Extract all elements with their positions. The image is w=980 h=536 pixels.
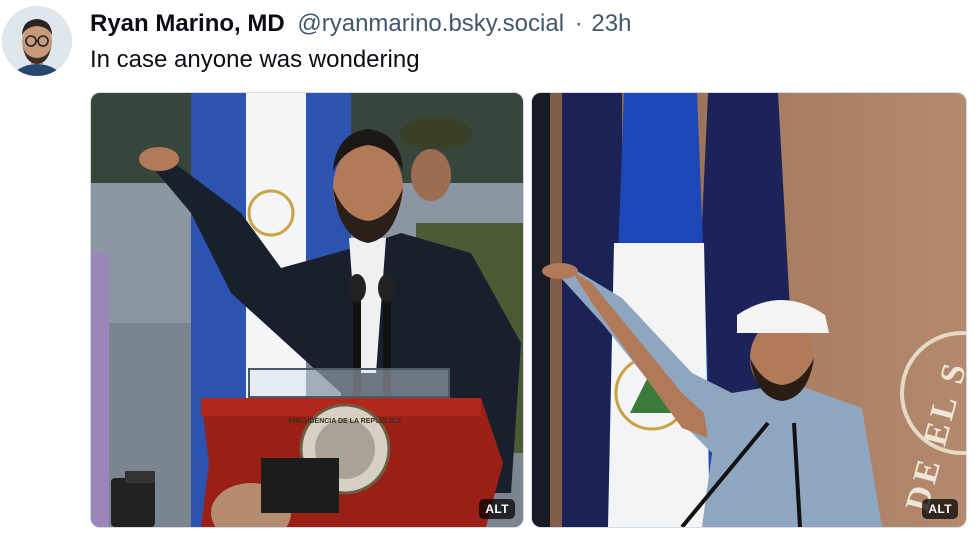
post-text: In case anyone was wondering <box>90 46 420 73</box>
alt-badge[interactable]: ALT <box>479 499 515 519</box>
post-header: Ryan Marino, MD @ryanmarino.bsky.social … <box>90 10 631 38</box>
author-display-name[interactable]: Ryan Marino, MD <box>90 10 285 37</box>
alt-badge[interactable]: ALT <box>922 499 958 519</box>
podium-seal-text: PRESIDENCIA DE LA REPÚBLICA <box>288 416 401 425</box>
post-image-2[interactable]: DE EL S ALT <box>531 92 967 528</box>
seal-wall-photo: DE EL S <box>532 93 966 527</box>
post-image-1[interactable]: PRESIDENCIA DE LA REPÚBLICA ALT <box>90 92 524 528</box>
podium-speech-photo: PRESIDENCIA DE LA REPÚBLICA <box>91 93 523 527</box>
author-handle[interactable]: @ryanmarino.bsky.social <box>297 10 564 37</box>
meta-separator: · <box>574 10 583 37</box>
avatar-portrait <box>2 6 72 76</box>
post-timestamp[interactable]: 23h <box>591 10 631 37</box>
author-avatar[interactable] <box>2 6 72 76</box>
